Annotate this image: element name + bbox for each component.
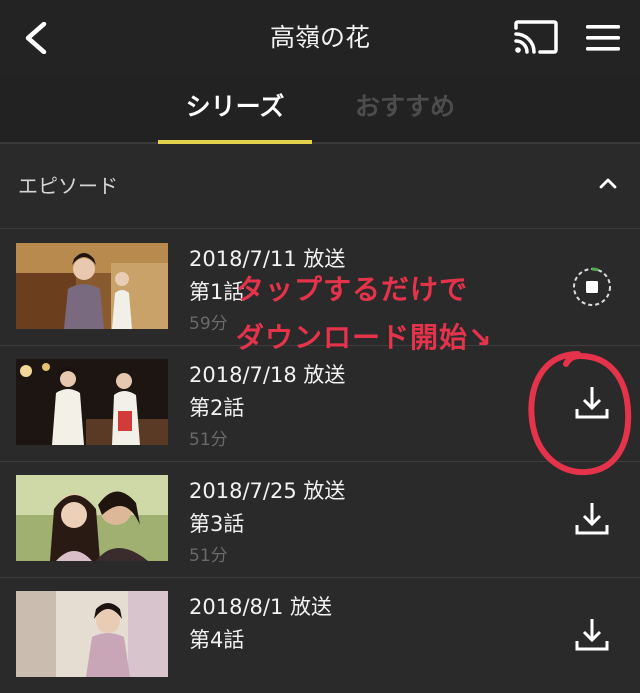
episode-row-4[interactable]: 2018/8/1 放送 第4話 [0, 577, 640, 693]
episode-duration: 59分 [189, 314, 228, 334]
section-label: エピソード [18, 174, 118, 198]
top-bar: 高嶺の花 [0, 0, 640, 75]
tab-recommended[interactable]: おすすめ [330, 75, 480, 142]
chevron-up-icon[interactable] [598, 176, 618, 190]
cast-icon[interactable] [514, 20, 558, 54]
tab-bar: シリーズ おすすめ [0, 75, 640, 144]
download-icon[interactable] [572, 499, 612, 539]
episode-number: 第3話 [189, 512, 245, 536]
hamburger-menu-icon[interactable] [584, 23, 622, 53]
episode-air-date: 2018/7/25 放送 [189, 479, 346, 503]
episode-thumbnail [16, 359, 168, 445]
download-icon[interactable] [572, 615, 612, 655]
episode-number: 第4話 [189, 628, 245, 652]
tab-series[interactable]: シリーズ [158, 75, 312, 144]
episode-number: 第2話 [189, 396, 245, 420]
tab-series-label: シリーズ [185, 92, 285, 121]
episode-thumbnail [16, 591, 168, 677]
episode-air-date: 2018/8/1 放送 [189, 595, 332, 619]
episode-thumbnail [16, 243, 168, 329]
annotation-text-line1: タップするだけで [236, 273, 469, 306]
episode-section-header[interactable]: エピソード [0, 144, 640, 229]
episode-air-date: 2018/7/18 放送 [189, 363, 346, 387]
tab-recommended-label: おすすめ [354, 92, 455, 121]
annotation-text-line2: ダウンロード開始↘ [236, 321, 493, 354]
episode-duration: 51分 [189, 430, 228, 450]
episode-thumbnail [16, 475, 168, 561]
stop-download-icon[interactable] [570, 265, 614, 309]
episode-duration: 51分 [189, 546, 228, 566]
annotation-circle-mark [528, 351, 632, 476]
